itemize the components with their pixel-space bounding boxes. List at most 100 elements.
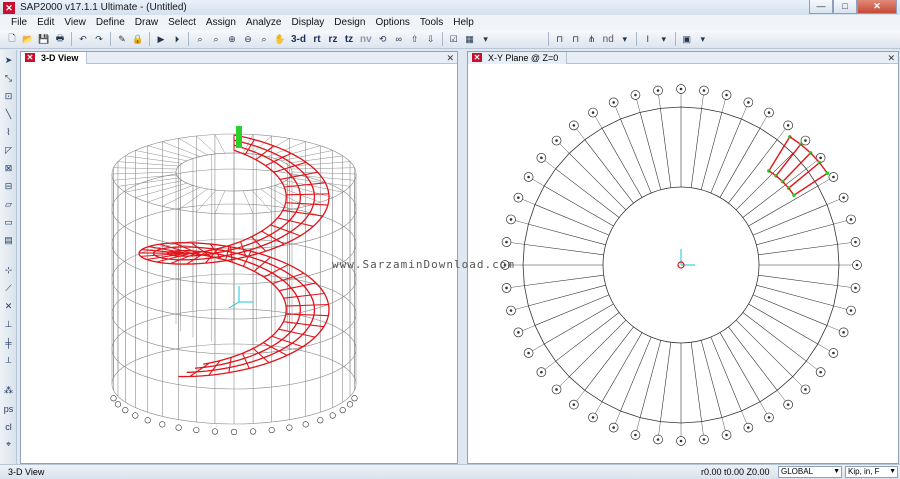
main-toolbar: 🗋 📂 💾 🖶 ↶ ↷ ✎ 🔒 ▶ ⏵ ⌕ ⌕ ⊕ ⊖ ⌕ ✋ 3-d rt r…	[0, 30, 900, 49]
rotate-view-icon[interactable]: ⟲	[376, 32, 390, 47]
draw-area-icon[interactable]: ▱	[2, 198, 15, 211]
snap-lines-icon[interactable]: ╪	[2, 336, 15, 349]
grid-bubble-dot	[656, 438, 660, 441]
radial-gridline	[544, 185, 614, 227]
view-pane-xy[interactable]: ✕ X-Y Plane @ Z=0 ✕	[467, 51, 899, 464]
refresh-icon[interactable]: ✎	[115, 32, 129, 47]
redo-icon[interactable]: ↷	[92, 32, 106, 47]
snap-ends-icon[interactable]: ⟋	[2, 282, 15, 295]
pan-icon[interactable]: ✋	[273, 32, 287, 47]
show-shadow-icon[interactable]: ⌖	[2, 438, 15, 451]
grid-options-icon[interactable]: ▦	[463, 32, 477, 47]
draw-cable-icon[interactable]: ⌇	[2, 126, 15, 139]
dropdown-arrow-icon[interactable]: ▾	[479, 32, 493, 47]
snap-points-icon[interactable]: ⊹	[2, 264, 15, 277]
draw-frame-icon[interactable]: ╲	[2, 108, 15, 121]
open-file-icon[interactable]: 📂	[21, 32, 35, 47]
pointer-icon[interactable]: ➤	[2, 54, 15, 67]
grid-bubble-dot	[527, 351, 530, 355]
close-pane-icon[interactable]: ✕	[887, 52, 895, 64]
area-dropdown-icon[interactable]: ▾	[696, 32, 710, 47]
zoom-window-icon[interactable]: ⌕	[193, 32, 207, 47]
frame-type-icon[interactable]: ⊓	[569, 32, 583, 47]
menu-help[interactable]: Help	[448, 17, 479, 28]
menu-design[interactable]: Design	[329, 17, 370, 28]
draw-rect-area-icon[interactable]: ▭	[2, 216, 15, 229]
roof-joist	[291, 171, 357, 175]
status-bar: 3-D View r0.00 t0.00 Z0.00 GLOBAL ▼ Kip, …	[0, 464, 900, 479]
quick-area-icon[interactable]: ▤	[2, 234, 15, 247]
menu-edit[interactable]: Edit	[32, 17, 59, 28]
radial-gridline	[601, 128, 643, 198]
stair-beam	[793, 172, 828, 196]
print-icon[interactable]: 🖶	[53, 32, 67, 47]
snap-fine-icon[interactable]: ⟂	[2, 354, 15, 367]
undo-icon[interactable]: ↶	[76, 32, 90, 47]
radial-gridline	[534, 294, 610, 326]
lock-icon[interactable]: 🔒	[131, 32, 145, 47]
grid-bubble-dot	[540, 156, 543, 160]
run-now-icon[interactable]: ⏵	[170, 32, 184, 47]
quick-secondary-icon[interactable]: ⊟	[2, 180, 15, 193]
checkbox-options-icon[interactable]: ☑	[447, 32, 461, 47]
menu-view[interactable]: View	[59, 17, 91, 28]
tab-3d-view[interactable]: ✕ 3-D View	[21, 52, 88, 64]
frame-section-icon[interactable]: ⊓	[553, 32, 567, 47]
menu-define[interactable]: Define	[91, 17, 130, 28]
grid-bubble-dot	[854, 286, 857, 290]
maximize-button[interactable]: □	[833, 0, 857, 14]
ramp-beam	[241, 353, 250, 369]
view-3d-button[interactable]: 3-d	[289, 32, 308, 47]
plan-xy-canvas[interactable]	[468, 64, 898, 463]
menu-draw[interactable]: Draw	[130, 17, 163, 28]
coord-system-select[interactable]: GLOBAL ▼	[778, 466, 842, 478]
grid-bubble-dot	[747, 426, 750, 429]
units-select[interactable]: Kip, in, F ▼	[845, 466, 898, 478]
tab-xy-plane[interactable]: ✕ X-Y Plane @ Z=0	[468, 52, 568, 64]
close-pane-icon[interactable]: ✕	[446, 52, 454, 64]
nd-button[interactable]: nd	[601, 32, 616, 47]
grid-bubble	[302, 421, 309, 428]
radial-gridline	[690, 108, 702, 188]
view-tz-button[interactable]: tz	[342, 32, 356, 47]
grid-bubble-dot	[767, 111, 771, 114]
snap-intersect-icon[interactable]: ✕	[2, 300, 15, 313]
perspective-icon[interactable]: ∞	[392, 32, 406, 47]
view-rz-button[interactable]: rz	[326, 32, 340, 47]
menu-file[interactable]: File	[6, 17, 32, 28]
i-beam-dropdown-icon[interactable]: ▾	[657, 32, 671, 47]
area-section-icon[interactable]: ▣	[680, 32, 694, 47]
new-file-icon[interactable]: 🗋	[5, 32, 19, 47]
menu-tools[interactable]: Tools	[415, 17, 448, 28]
zoom-full-icon[interactable]: ⌕	[257, 32, 271, 47]
quick-brace-icon[interactable]: ⊠	[2, 162, 15, 175]
close-button[interactable]: ✕	[857, 0, 897, 14]
reshape-icon[interactable]: ⤡	[2, 72, 15, 85]
menu-analyze[interactable]: Analyze	[241, 17, 287, 28]
draw-joint-icon[interactable]: ⊡	[2, 90, 15, 103]
quick-frame-icon[interactable]: ◸	[2, 144, 15, 157]
nd-dropdown-icon[interactable]: ▾	[618, 32, 632, 47]
menu-assign[interactable]: Assign	[201, 17, 241, 28]
menu-display[interactable]: Display	[287, 17, 330, 28]
view-nv-button[interactable]: nv	[358, 32, 374, 47]
truss-icon[interactable]: ⋔	[585, 32, 599, 47]
clear-selection-icon[interactable]: cl	[2, 420, 15, 433]
select-previous-icon[interactable]: ps	[2, 402, 15, 415]
minimize-button[interactable]: —	[809, 0, 833, 14]
zoom-in-icon[interactable]: ⊕	[225, 32, 239, 47]
save-icon[interactable]: 💾	[37, 32, 51, 47]
move-up-icon[interactable]: ⇧	[408, 32, 422, 47]
zoom-restore-icon[interactable]: ⌕	[209, 32, 223, 47]
draw-toolbar: ➤ ⤡ ⊡ ╲ ⌇ ◸ ⊠ ⊟ ▱ ▭ ▤ ⊹ ⟋ ✕ ⊥ ╪ ⟂ ⁂ ps c…	[0, 50, 17, 464]
menu-select[interactable]: Select	[163, 17, 201, 28]
menu-options[interactable]: Options	[370, 17, 414, 28]
zoom-out-icon[interactable]: ⊖	[241, 32, 255, 47]
snap-perp-icon[interactable]: ⊥	[2, 318, 15, 331]
i-beam-icon[interactable]: I	[641, 32, 655, 47]
view-rt-button[interactable]: rt	[310, 32, 324, 47]
run-analysis-icon[interactable]: ▶	[154, 32, 168, 47]
move-down-icon[interactable]: ⇩	[424, 32, 438, 47]
radial-gridline	[528, 223, 606, 246]
select-all-icon[interactable]: ⁂	[2, 384, 15, 397]
